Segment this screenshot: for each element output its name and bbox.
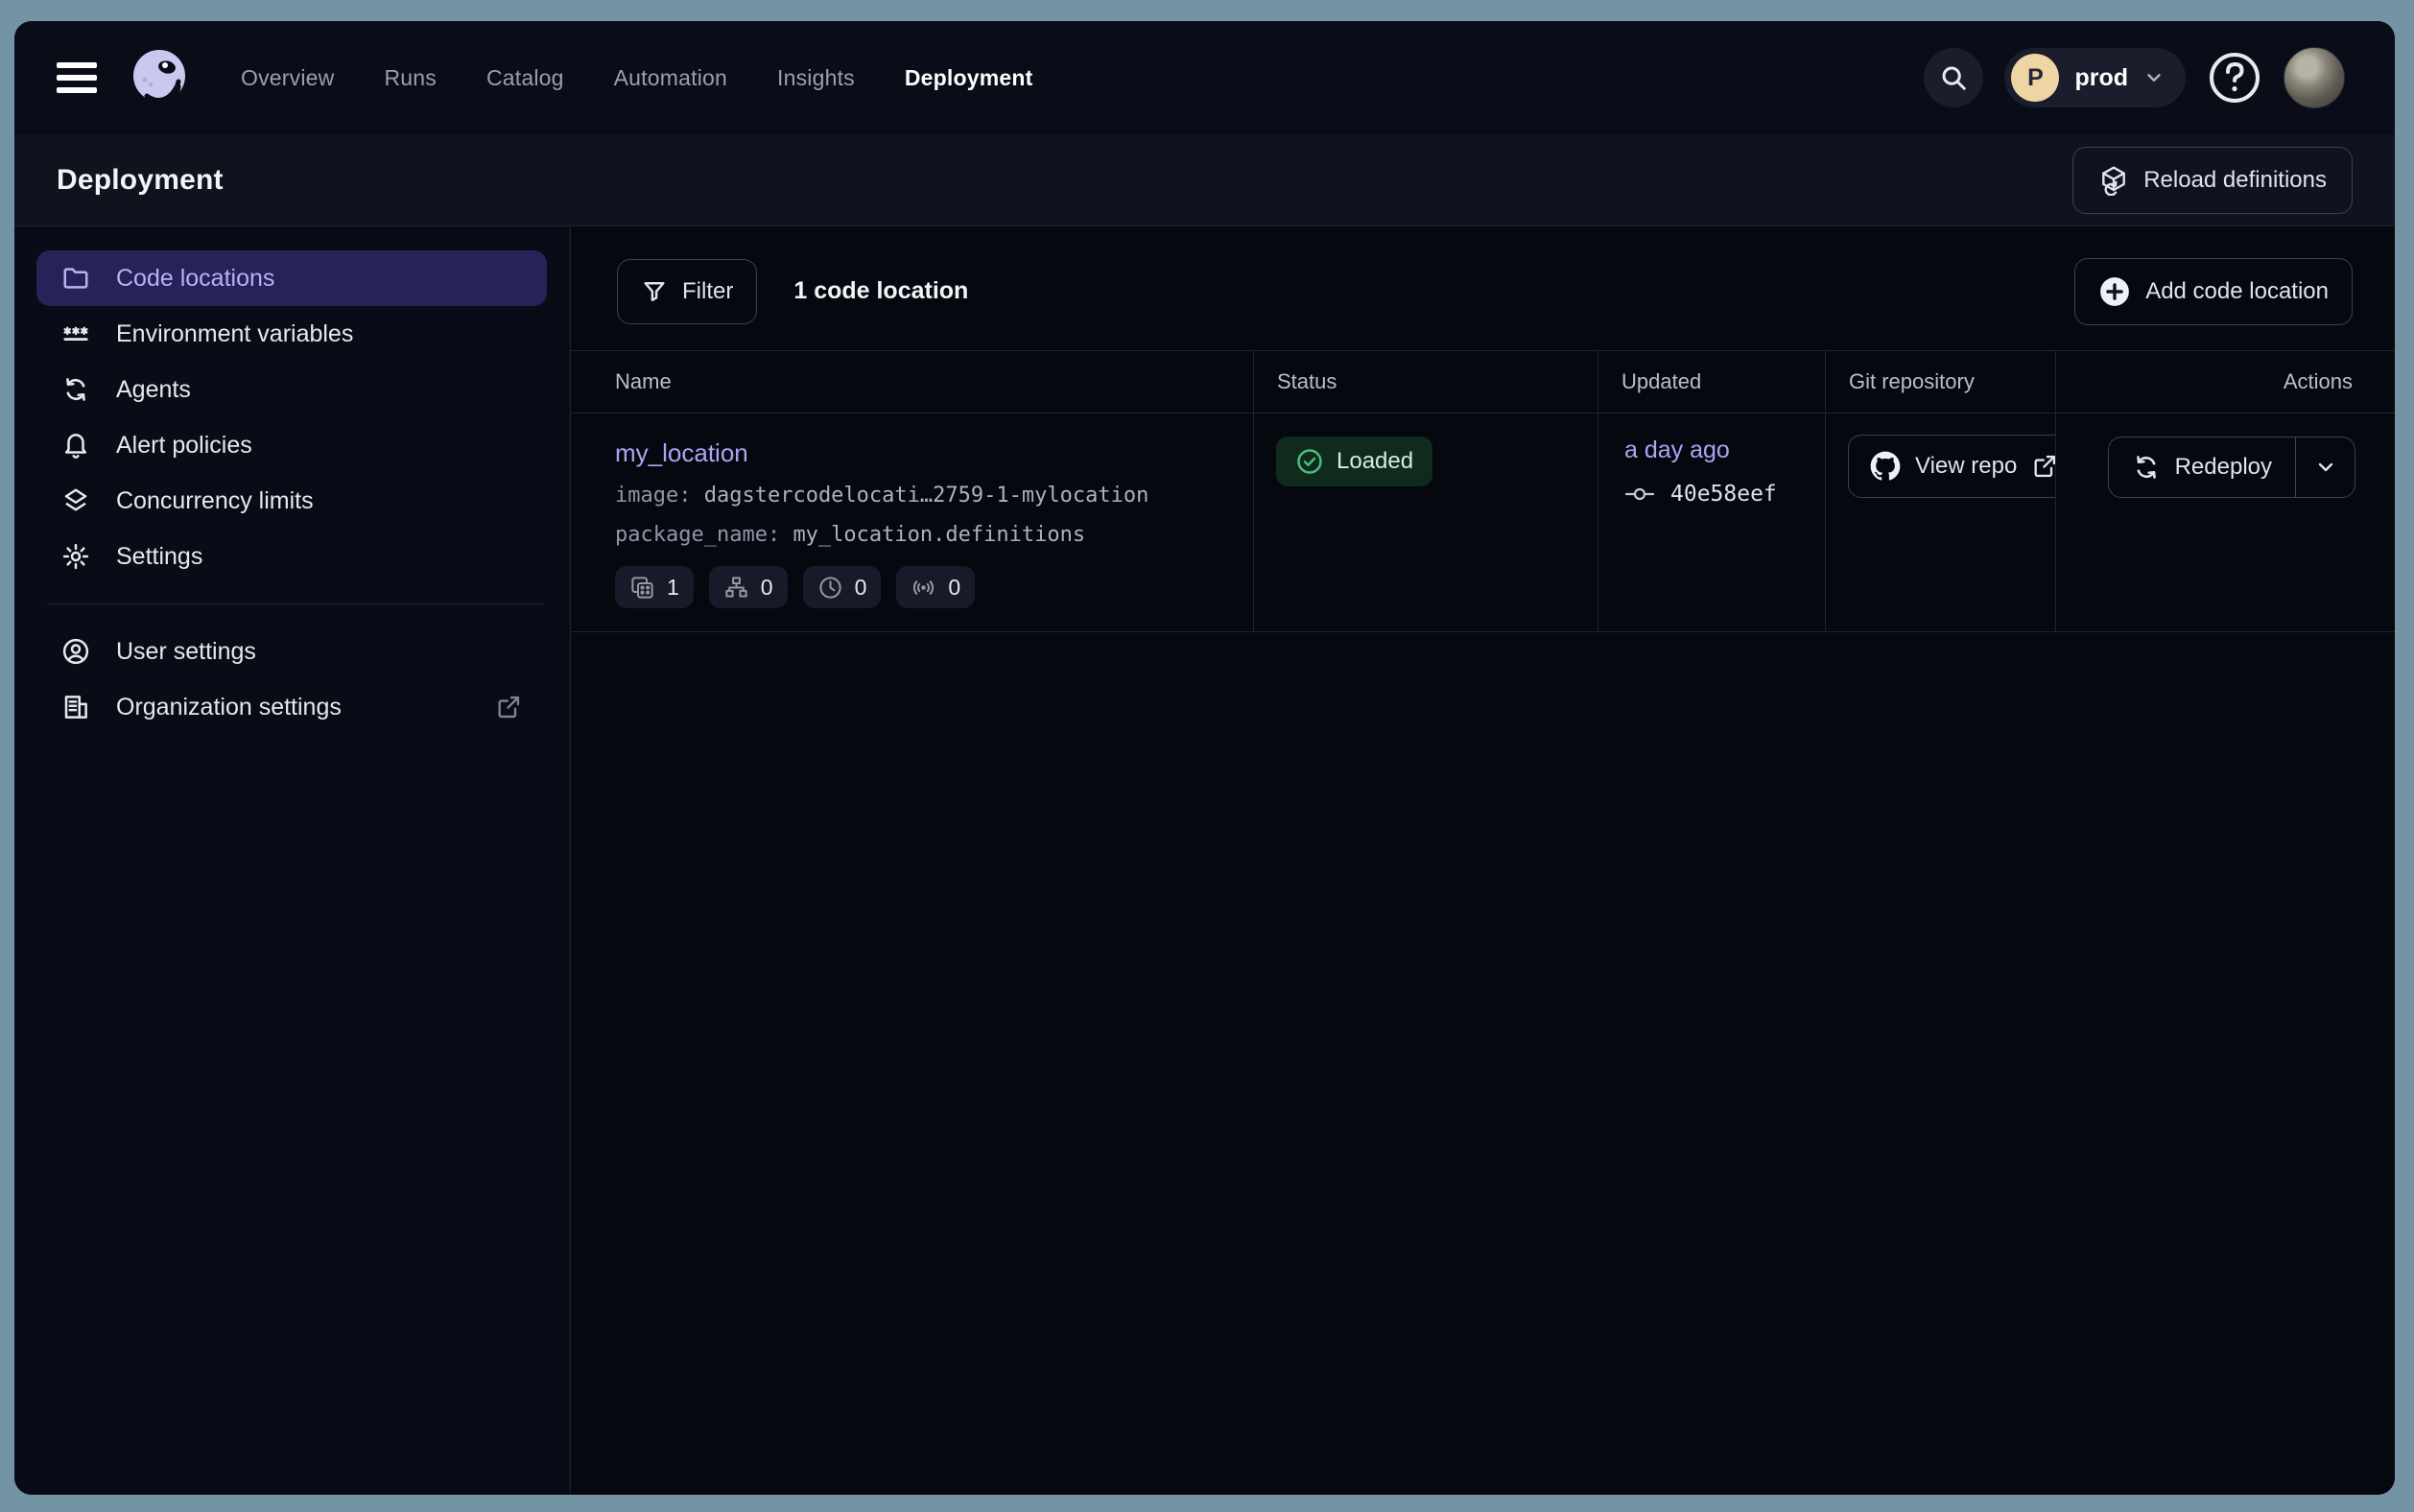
definition-count-badges: 1 0 xyxy=(615,566,1234,608)
commit-line: 40e58eef xyxy=(1624,482,1825,507)
sidebar-item-agents[interactable]: Agents xyxy=(36,362,547,417)
column-header-actions: Actions xyxy=(2055,351,2395,413)
deployment-switcher[interactable]: P prod xyxy=(2004,48,2186,107)
content-area: Code locations Environment variables xyxy=(14,226,2395,1495)
chevron-down-icon xyxy=(2314,456,2337,479)
table-header-row: Name Status Updated Git repository Actio… xyxy=(571,351,2395,413)
package-meta: package_name: my_location.definitions xyxy=(615,523,1234,547)
plus-circle-icon xyxy=(2098,275,2131,308)
empty-area xyxy=(571,632,2395,1495)
page-header: Deployment Reload definitions xyxy=(14,134,2395,226)
commit-hash: 40e58eef xyxy=(1670,482,1777,507)
nav-item-deployment[interactable]: Deployment xyxy=(905,65,1033,91)
sensor-icon xyxy=(911,575,936,601)
external-link-icon xyxy=(495,694,522,721)
dagster-logo[interactable] xyxy=(128,46,191,109)
search-icon xyxy=(1939,63,1968,92)
sync-icon xyxy=(61,375,90,404)
add-code-location-button[interactable]: Add code location xyxy=(2074,258,2353,325)
check-circle-icon xyxy=(1295,447,1324,476)
user-avatar[interactable] xyxy=(2284,47,2345,108)
cell-git-repository: View repo xyxy=(1825,413,2055,631)
sensors-count-badge: 0 xyxy=(896,566,975,608)
column-header-updated: Updated xyxy=(1598,351,1825,413)
filter-button[interactable]: Filter xyxy=(617,259,757,324)
sidebar-item-code-locations[interactable]: Code locations xyxy=(36,250,547,306)
organization-icon xyxy=(61,693,90,721)
top-nav-right: P prod xyxy=(1924,47,2345,108)
status-badge: Loaded xyxy=(1276,437,1432,486)
image-meta: image: dagstercodelocati…2759-1-mylocati… xyxy=(615,484,1234,508)
main-panel: Filter 1 code location Add code location… xyxy=(571,226,2395,1495)
app-window: Overview Runs Catalog Automation Insight… xyxy=(14,21,2395,1495)
updated-timestamp[interactable]: a day ago xyxy=(1624,437,1730,464)
sidebar-item-concurrency-limits[interactable]: Concurrency limits xyxy=(36,473,547,529)
code-location-link[interactable]: my_location xyxy=(615,438,748,468)
git-commit-icon xyxy=(1624,483,1657,506)
gear-icon xyxy=(61,542,90,571)
code-locations-toolbar: Filter 1 code location Add code location xyxy=(571,226,2395,350)
deployment-avatar: P xyxy=(2011,54,2059,102)
nav-item-insights[interactable]: Insights xyxy=(777,65,855,91)
user-circle-icon xyxy=(61,637,90,666)
redeploy-button[interactable]: Redeploy xyxy=(2109,437,2295,497)
nav-item-overview[interactable]: Overview xyxy=(241,65,334,91)
sidebar-item-user-settings[interactable]: User settings xyxy=(36,624,547,679)
folder-icon xyxy=(61,264,90,293)
sidebar-item-organization-settings[interactable]: Organization settings xyxy=(36,679,547,735)
nav-item-catalog[interactable]: Catalog xyxy=(486,65,564,91)
env-vars-icon xyxy=(61,319,90,348)
cell-updated: a day ago 40e58eef xyxy=(1598,413,1825,631)
code-locations-table: Name Status Updated Git repository Actio… xyxy=(571,350,2395,632)
cell-name: my_location image: dagstercodelocati…275… xyxy=(571,413,1253,631)
nav-item-automation[interactable]: Automation xyxy=(614,65,727,91)
reload-definitions-button[interactable]: Reload definitions xyxy=(2072,147,2353,214)
redeploy-more-button[interactable] xyxy=(2295,437,2355,497)
deployment-sidebar: Code locations Environment variables xyxy=(14,226,571,1495)
jobs-icon xyxy=(723,575,749,601)
table-row: my_location image: dagstercodelocati…275… xyxy=(571,413,2395,632)
assets-icon xyxy=(629,575,655,601)
schedule-icon xyxy=(817,575,843,601)
primary-nav: Overview Runs Catalog Automation Insight… xyxy=(241,65,1033,91)
layers-icon xyxy=(61,486,90,515)
schedules-count-badge: 0 xyxy=(803,566,882,608)
filter-icon xyxy=(641,278,668,305)
bell-icon xyxy=(61,431,90,460)
help-button[interactable] xyxy=(2207,50,2262,106)
column-header-git-repository: Git repository xyxy=(1825,351,2055,413)
sidebar-item-settings[interactable]: Settings xyxy=(36,529,547,584)
column-header-status: Status xyxy=(1253,351,1598,413)
code-location-count: 1 code location xyxy=(793,277,968,305)
hamburger-icon[interactable] xyxy=(57,62,97,93)
nav-item-runs[interactable]: Runs xyxy=(384,65,437,91)
view-repo-button[interactable]: View repo xyxy=(1848,435,2055,498)
page-title: Deployment xyxy=(57,164,224,197)
reload-definitions-icon xyxy=(2098,165,2129,196)
deployment-name: prod xyxy=(2074,64,2128,92)
top-nav: Overview Runs Catalog Automation Insight… xyxy=(14,21,2395,134)
external-link-icon xyxy=(2031,453,2055,480)
redeploy-icon xyxy=(2132,453,2161,482)
sidebar-divider xyxy=(47,603,543,604)
assets-count-badge: 1 xyxy=(615,566,694,608)
chevron-down-icon xyxy=(2143,67,2165,88)
sidebar-item-alert-policies[interactable]: Alert policies xyxy=(36,417,547,473)
cell-actions: Redeploy xyxy=(2055,413,2395,631)
sidebar-item-environment-variables[interactable]: Environment variables xyxy=(36,306,547,362)
github-icon xyxy=(1870,451,1901,482)
redeploy-split-button: Redeploy xyxy=(2108,437,2355,498)
help-icon xyxy=(2208,51,2261,105)
jobs-count-badge: 0 xyxy=(709,566,788,608)
cell-status: Loaded xyxy=(1253,413,1598,631)
search-button[interactable] xyxy=(1924,48,1983,107)
column-header-name: Name xyxy=(571,351,1253,413)
